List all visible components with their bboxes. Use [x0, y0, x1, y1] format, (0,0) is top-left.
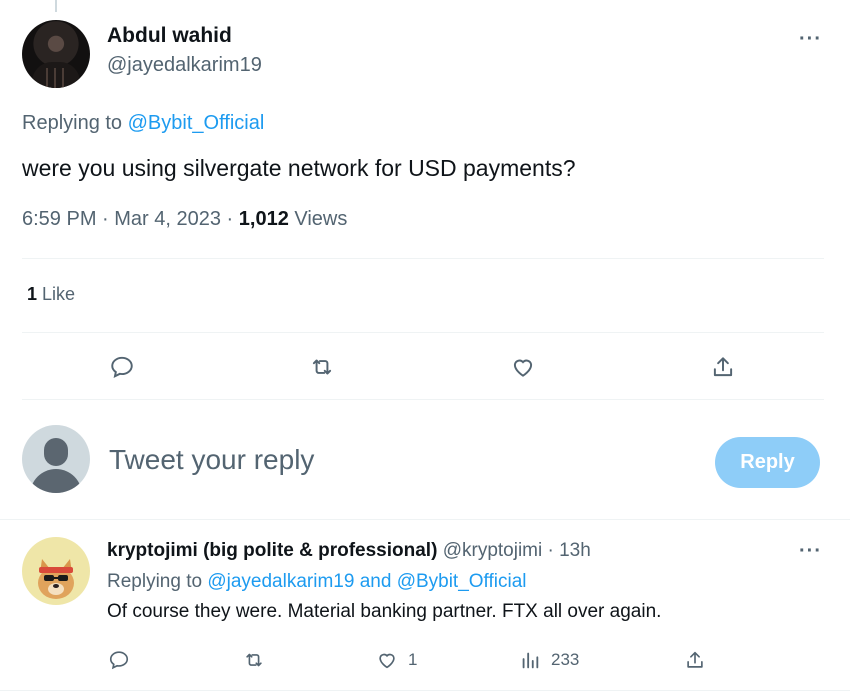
like-icon[interactable] [508, 352, 538, 382]
divider [22, 258, 824, 259]
author-handle[interactable]: @jayedalkarim19 [107, 54, 262, 77]
likes-label: Like [37, 284, 76, 304]
reply-author-name[interactable]: kryptojimi (big polite & professional) [107, 540, 437, 561]
divider [0, 519, 850, 520]
thread-line [55, 0, 57, 12]
replying-to-link[interactable]: @jayedalkarim19 [207, 571, 354, 592]
retweet-icon[interactable] [307, 352, 337, 382]
user-avatar [22, 425, 90, 493]
replying-prefix: Replying to [22, 112, 128, 134]
reply-like-count: 1 [408, 650, 418, 669]
reply-input[interactable]: Tweet your reply [109, 444, 314, 476]
divider [22, 399, 824, 400]
avatar-detail [46, 68, 48, 88]
tweet-meta: 6:59 PM · Mar 4, 2023 · 1,012 Views [22, 208, 347, 231]
reply-share-button[interactable] [684, 647, 716, 673]
timestamp[interactable]: 6:59 PM · Mar 4, 2023 · [22, 208, 239, 230]
share-icon [687, 651, 703, 668]
avatar-head [44, 438, 68, 466]
avatar-detail [54, 68, 56, 88]
share-icon[interactable] [708, 352, 738, 382]
likes-count: 1 [27, 284, 38, 304]
reply-reply-button[interactable] [108, 647, 140, 673]
avatar-body [30, 469, 82, 493]
author-name[interactable]: Abdul wahid [107, 24, 232, 48]
likes-stat[interactable]: 1 Like [27, 284, 75, 305]
reply-views-button[interactable]: 233 [519, 647, 579, 673]
reply-retweet-button[interactable] [243, 647, 275, 673]
reply-views-count: 233 [551, 650, 580, 669]
replying-to-link[interactable]: @Bybit_Official [397, 571, 527, 592]
reply-text: Of course they were. Material banking pa… [107, 601, 662, 622]
divider [0, 690, 850, 691]
reply-more-options-icon[interactable]: ··· [799, 540, 822, 563]
like-icon [379, 653, 395, 669]
more-options-icon[interactable]: ··· [799, 28, 822, 51]
reply-author-avatar[interactable] [22, 537, 90, 605]
reply-icon[interactable] [107, 352, 137, 382]
reply-time[interactable]: · 13h [542, 540, 591, 561]
retweet-icon [246, 653, 262, 667]
avatar-detail [62, 68, 64, 88]
reply-author-handle[interactable]: @kryptojimi [443, 540, 543, 561]
avatar-figure [32, 62, 80, 88]
views-label: Views [288, 208, 348, 230]
divider [22, 332, 824, 333]
doge-avatar-icon [38, 559, 74, 599]
replying-to-link[interactable]: @Bybit_Official [128, 112, 265, 134]
reply-icon [109, 651, 129, 670]
author-avatar[interactable] [22, 20, 90, 88]
tweet-text: were you using silvergate network for US… [22, 155, 576, 181]
replying-to-line: Replying to @Bybit_Official [22, 112, 264, 135]
views-count: 1,012 [238, 208, 289, 230]
reply-author-line: kryptojimi (big polite & professional) @… [107, 540, 591, 562]
reply-like-button[interactable]: 1 [376, 647, 417, 673]
analytics-icon [522, 652, 539, 669]
reply-button[interactable]: Reply [715, 437, 820, 488]
replying-prefix: Replying to [107, 571, 208, 592]
replying-and: and [354, 571, 397, 592]
reply-replying-to-line: Replying to @jayedalkarim19 and @Bybit_O… [107, 571, 527, 593]
